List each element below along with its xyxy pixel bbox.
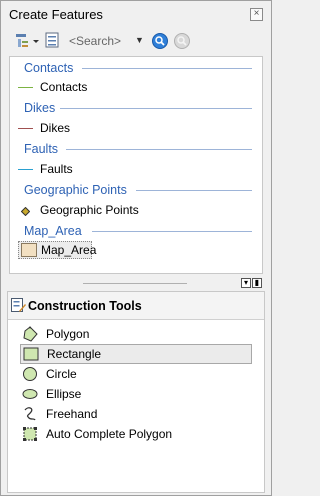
title-bar: Create Features × (1, 1, 271, 27)
circle-icon (22, 366, 38, 382)
template-label: Geographic Points (40, 203, 139, 217)
search-icon[interactable] (151, 32, 169, 50)
templates-toolbar: <Search> ▼ (7, 29, 265, 53)
freehand-icon (22, 406, 38, 422)
tool-rectangle[interactable]: Rectangle (20, 344, 252, 364)
search-input[interactable]: <Search> (69, 31, 133, 51)
group-divider (136, 190, 252, 191)
create-features-window: Create Features × <Search> ▼ Contacts Co… (0, 0, 272, 496)
clear-search-icon[interactable] (173, 32, 191, 50)
tool-label: Ellipse (46, 387, 82, 401)
tool-freehand[interactable]: Freehand (20, 404, 252, 424)
tool-label: Auto Complete Polygon (46, 427, 173, 441)
group-divider (60, 108, 252, 109)
splitter-grip (83, 283, 187, 284)
template-label: Dikes (40, 121, 71, 135)
chevron-down-icon[interactable]: ▼ (135, 35, 144, 45)
tool-label: Freehand (46, 407, 98, 421)
line-symbol-icon (18, 169, 33, 170)
ellipse-icon (22, 386, 38, 402)
tool-auto-complete-polygon[interactable]: Auto Complete Polygon (20, 424, 252, 444)
polygon-symbol-icon (21, 243, 37, 257)
construction-tools-panel: Construction Tools Polygon Rectangle Cir… (7, 291, 265, 493)
organize-templates-icon[interactable] (15, 32, 41, 50)
rectangle-icon (23, 346, 39, 362)
tool-circle[interactable]: Circle (20, 364, 252, 384)
group-header-map-area[interactable]: Map_Area (24, 224, 82, 238)
close-icon[interactable]: × (250, 8, 263, 21)
group-divider (66, 149, 252, 150)
tool-label: Polygon (46, 327, 90, 341)
tool-ellipse[interactable]: Ellipse (20, 384, 252, 404)
template-view-icon[interactable] (45, 32, 63, 50)
template-label: Map_Area (41, 243, 97, 257)
group-divider (82, 68, 252, 69)
auto-complete-polygon-icon (22, 426, 38, 442)
pin-icon[interactable]: ▮ (252, 278, 262, 288)
group-header-geographic-points[interactable]: Geographic Points (24, 183, 127, 197)
construction-tools-header: Construction Tools (8, 292, 264, 320)
construction-tools-icon (11, 298, 26, 316)
template-item-dikes[interactable]: Dikes (18, 119, 218, 137)
line-symbol-icon (18, 87, 33, 88)
collapse-icon[interactable]: ▾ (241, 278, 251, 288)
point-symbol-icon (20, 205, 31, 219)
tool-polygon[interactable]: Polygon (20, 324, 252, 344)
window-title: Create Features (9, 7, 103, 22)
template-item-faults[interactable]: Faults (18, 160, 218, 178)
group-header-dikes[interactable]: Dikes (24, 101, 55, 115)
line-symbol-icon (18, 128, 33, 129)
template-item-contacts[interactable]: Contacts (18, 78, 218, 96)
tool-label: Rectangle (47, 347, 102, 361)
construction-tools-title: Construction Tools (28, 299, 142, 313)
template-item-geographic-points[interactable]: Geographic Points (18, 201, 218, 219)
template-label: Contacts (40, 80, 88, 94)
tool-label: Circle (46, 367, 77, 381)
template-item-map-area[interactable]: Map_Area (18, 241, 96, 259)
feature-templates-list: Contacts Contacts Dikes Dikes Faults Fau… (9, 56, 263, 274)
polygon-icon (22, 326, 38, 342)
group-header-contacts[interactable]: Contacts (24, 61, 73, 75)
group-divider (92, 231, 252, 232)
group-header-faults[interactable]: Faults (24, 142, 58, 156)
template-label: Faults (40, 162, 73, 176)
panel-splitter[interactable]: ▾ ▮ (9, 278, 263, 288)
